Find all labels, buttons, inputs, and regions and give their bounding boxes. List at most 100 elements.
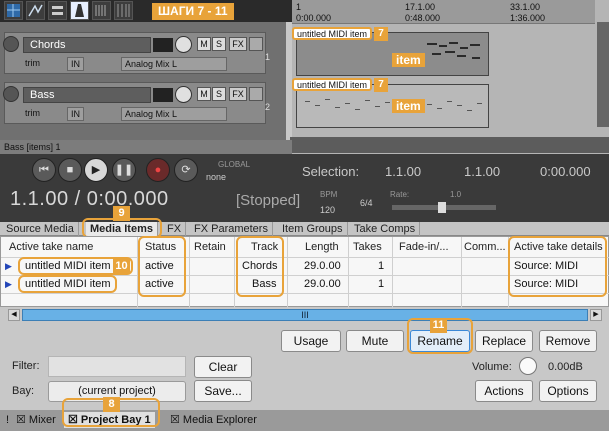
ruler-mark: 17.1.00 [405, 2, 436, 12]
cell-length: 29.0.00 [304, 260, 341, 272]
track-name[interactable]: Bass [23, 87, 151, 103]
volume-knob[interactable] [519, 357, 537, 375]
track-index: 2 [265, 102, 271, 112]
fx-button[interactable]: FX [229, 87, 247, 101]
tab-source-media[interactable]: Source Media [2, 222, 79, 236]
row-indicator-icon: ▶ [5, 261, 12, 271]
toolbar-snap-button[interactable] [92, 1, 111, 20]
route-meter[interactable] [153, 88, 173, 102]
toolbar-metronome-button[interactable] [70, 1, 89, 20]
input-source-select[interactable]: Analog Mix L [121, 107, 227, 121]
selection-start[interactable]: 1.1.00 [385, 164, 421, 179]
horizontal-scrollbar[interactable]: III [22, 309, 588, 321]
global-automation-select[interactable]: none [206, 172, 226, 182]
rate-value: 1.0 [450, 190, 462, 199]
stop-button[interactable]: ■ [58, 158, 82, 182]
track-chords[interactable]: Chords M S FX trim IN Analog Mix L [3, 32, 266, 74]
arrange-scrollbar[interactable] [290, 137, 609, 153]
track-status-text: Bass [items] 1 [0, 140, 292, 154]
toolbar-envelope-button[interactable] [26, 1, 45, 20]
mute-button[interactable]: M [197, 87, 211, 101]
record-arm-button[interactable] [3, 36, 19, 52]
callout-track [236, 236, 284, 297]
volume-value: 0.00dB [548, 361, 583, 373]
record-button[interactable]: ● [146, 158, 170, 182]
options-button[interactable]: Options [539, 380, 597, 402]
tab-media-explorer[interactable]: ☒ Media Explorer [166, 412, 261, 428]
fx-button[interactable]: FX [229, 37, 247, 51]
repeat-button[interactable]: ⟳ [174, 158, 198, 182]
vertical-scrollbar[interactable] [597, 22, 609, 127]
steps-banner: ШАГИ 7 - 11 [152, 3, 234, 20]
input-select[interactable]: IN [67, 107, 84, 121]
column-header-name[interactable]: Active take name [9, 239, 93, 255]
tab-media-explorer-label: Media Explorer [182, 414, 257, 426]
mute-button[interactable]: M [197, 37, 211, 51]
tab-fx[interactable]: FX [163, 222, 187, 236]
time-signature[interactable]: 6/4 [360, 198, 373, 208]
tab-mixer[interactable]: ☒ Mixer [12, 412, 60, 428]
step-badge: 8 [103, 397, 120, 412]
actions-button[interactable]: Actions [475, 380, 533, 402]
power-icon[interactable] [249, 37, 263, 51]
remove-button[interactable]: Remove [539, 330, 597, 352]
trim-label: trim [25, 58, 40, 68]
ruler-time: 0:48.000 [405, 13, 441, 23]
callout-media-items [82, 218, 162, 238]
replace-button[interactable]: Replace [475, 330, 533, 352]
volume-knob[interactable] [175, 86, 192, 103]
mute-button[interactable]: Mute [346, 330, 404, 352]
scroll-right-button[interactable]: ▶ [590, 309, 602, 321]
record-arm-button[interactable] [3, 86, 19, 102]
toolbar-tracks-button[interactable] [48, 1, 67, 20]
clear-button[interactable]: Clear [194, 356, 252, 378]
step-badge: 7 [374, 78, 388, 92]
column-header-comments[interactable]: Comm... [464, 239, 506, 255]
tab-fx-parameters[interactable]: FX Parameters [190, 222, 273, 236]
power-icon[interactable] [249, 87, 263, 101]
column-header-retain[interactable]: Retain [194, 239, 226, 255]
global-label: GLOBAL [218, 160, 251, 169]
volume-label: Volume: [472, 361, 512, 373]
filter-input[interactable] [48, 356, 186, 377]
tab-take-comps[interactable]: Take Comps [350, 222, 421, 236]
toolbar-mixer-button[interactable] [114, 1, 133, 20]
bpm-label: BPM [320, 190, 338, 199]
bpm-value[interactable]: 120 [320, 205, 335, 215]
column-header-length[interactable]: Length [305, 239, 339, 255]
volume-knob[interactable] [175, 36, 192, 53]
selection-length[interactable]: 0:00.000 [540, 164, 591, 179]
ruler-time: 0:00.000 [296, 13, 332, 23]
cell-takes: 1 [378, 278, 385, 290]
save-button[interactable]: Save... [194, 380, 252, 402]
input-select[interactable]: IN [67, 57, 84, 71]
input-source-select[interactable]: Analog Mix L [121, 57, 227, 71]
column-header-takes[interactable]: Takes [353, 239, 382, 255]
toolbar-grid-button[interactable] [4, 1, 23, 20]
track-bass[interactable]: Bass M S FX trim IN Analog Mix L [3, 82, 266, 124]
tab-item-groups[interactable]: Item Groups [278, 222, 348, 236]
item-name-label[interactable]: untitled MIDI item [292, 27, 373, 40]
go-to-start-button[interactable]: ⏮ [32, 158, 56, 182]
selection-end[interactable]: 1.1.00 [464, 164, 500, 179]
route-meter[interactable] [153, 38, 173, 52]
time-display[interactable]: 1.1.00 / 0:00.000 [10, 188, 169, 211]
usage-button[interactable]: Usage [281, 330, 341, 352]
step-badge: 9 [113, 206, 130, 221]
track-name[interactable]: Chords [23, 37, 151, 53]
callout-name-2 [18, 275, 117, 293]
column-header-fade[interactable]: Fade-in/... [399, 239, 449, 255]
pause-button[interactable]: ❚❚ [112, 158, 136, 182]
rate-slider[interactable] [392, 202, 496, 213]
solo-button[interactable]: S [212, 37, 226, 51]
item-name-label[interactable]: untitled MIDI item [292, 78, 373, 91]
scroll-left-button[interactable]: ◀ [8, 309, 20, 321]
cell-length: 29.0.00 [304, 278, 341, 290]
solo-button[interactable]: S [212, 87, 226, 101]
timeline-ruler[interactable]: 1 0:00.000 17.1.00 0:48.000 33.1.00 1:36… [292, 0, 595, 24]
rate-slider-thumb[interactable] [438, 202, 446, 213]
arrange-view[interactable]: 1 0:00.000 17.1.00 0:48.000 33.1.00 1:36… [292, 0, 609, 155]
play-button[interactable]: ▶ [84, 158, 108, 182]
ruler-mark: 33.1.00 [510, 2, 541, 12]
track-index: 1 [265, 52, 271, 62]
